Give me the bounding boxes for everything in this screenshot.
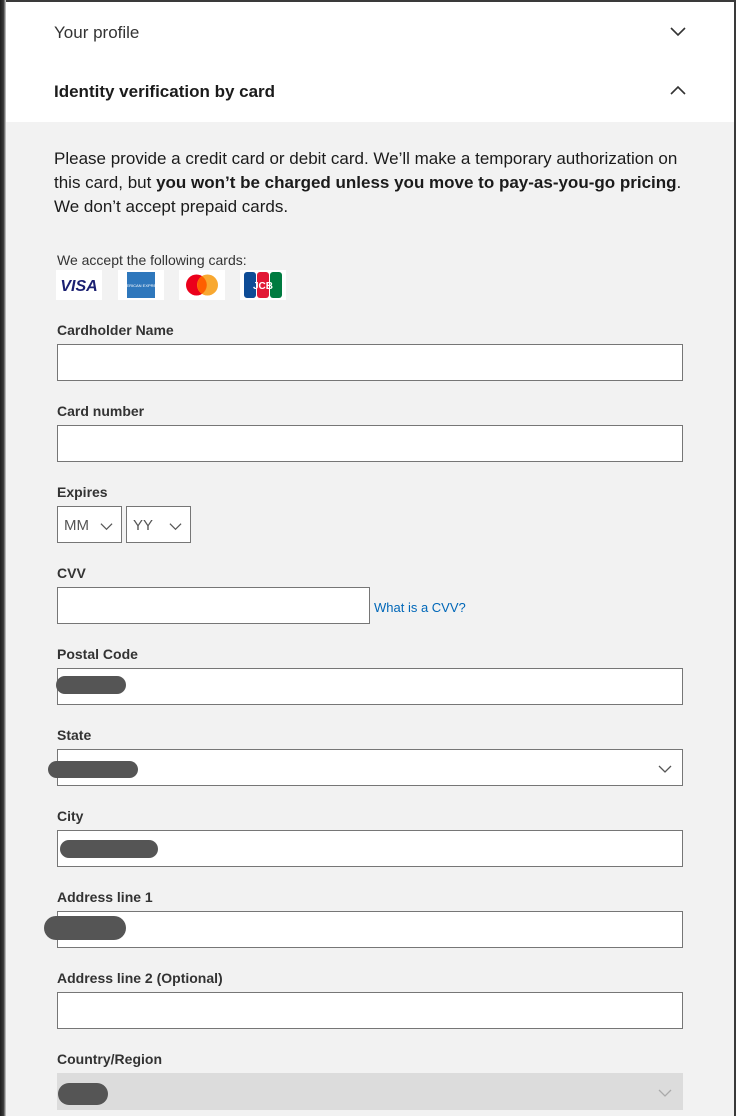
expiry-month-placeholder: MM — [64, 517, 89, 534]
section-header-identity-verification[interactable]: Identity verification by card — [6, 62, 734, 122]
chevron-down-icon[interactable] — [669, 22, 687, 40]
card-number-input[interactable] — [57, 425, 683, 462]
what-is-cvv-link[interactable]: What is a CVV? — [374, 600, 466, 615]
visa-logo-icon: VISA — [56, 270, 102, 300]
state-select[interactable] — [57, 749, 683, 786]
chevron-up-icon[interactable] — [669, 81, 687, 99]
address-line1-input[interactable] — [57, 911, 683, 948]
amex-logo-text: AMERICAN EXPRESS — [120, 283, 161, 288]
cardholder-name-label: Cardholder Name — [57, 322, 174, 338]
jcb-logo-icon: JCB — [240, 270, 286, 300]
cardholder-name-input[interactable] — [57, 344, 683, 381]
section-header-your-profile[interactable]: Your profile — [6, 2, 734, 62]
postal-code-input[interactable] — [57, 668, 683, 705]
expiry-year-select[interactable]: YY — [126, 506, 191, 543]
cvv-label: CVV — [57, 565, 86, 581]
redacted-value — [44, 916, 126, 940]
visa-logo-text: VISA — [60, 278, 97, 295]
card-number-label: Card number — [57, 403, 145, 419]
address-line2-label: Address line 2 (Optional) — [57, 970, 223, 986]
expires-label: Expires — [57, 484, 108, 500]
expiry-year-placeholder: YY — [133, 517, 154, 534]
expiry-month-select[interactable]: MM — [57, 506, 122, 543]
intro-text-bold: you won’t be charged unless you move to … — [156, 173, 677, 192]
cvv-input[interactable] — [57, 587, 370, 624]
address-line2-input[interactable] — [57, 992, 683, 1029]
chevron-down-icon — [169, 523, 182, 531]
section-title-identity-verification: Identity verification by card — [54, 82, 276, 101]
jcb-logo-text: JCB — [253, 281, 273, 292]
city-label: City — [57, 808, 84, 824]
redacted-value — [56, 676, 126, 694]
chevron-down-icon — [658, 1089, 672, 1097]
mastercard-logo-icon — [179, 270, 225, 300]
address-line1-label: Address line 1 — [57, 889, 153, 905]
section-title-your-profile: Your profile — [54, 23, 140, 42]
country-region-select[interactable] — [57, 1073, 683, 1110]
postal-code-label: Postal Code — [57, 646, 138, 662]
signup-panel: Your profile Identity verification by ca… — [6, 2, 734, 1116]
redacted-value — [48, 761, 138, 778]
country-region-label: Country/Region — [57, 1051, 162, 1067]
redacted-value — [60, 840, 158, 858]
chevron-down-icon — [658, 765, 672, 773]
redacted-value — [58, 1083, 108, 1105]
state-label: State — [57, 727, 92, 743]
amex-logo-icon: AMERICAN EXPRESS — [118, 270, 164, 300]
intro-text: Please provide a credit card or debit ca… — [54, 147, 694, 219]
accepted-cards-label: We accept the following cards: — [57, 252, 247, 268]
chevron-down-icon — [100, 523, 113, 531]
